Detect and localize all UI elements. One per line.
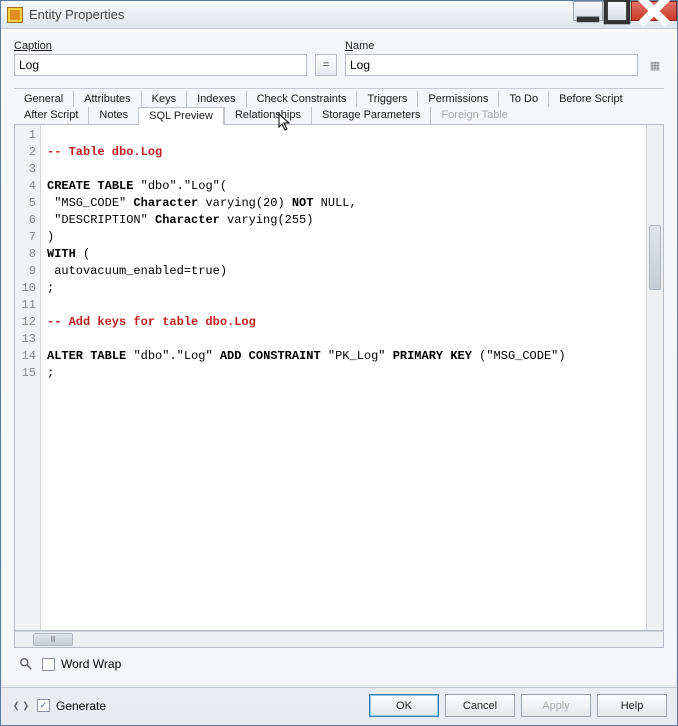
tab-attributes[interactable]: Attributes xyxy=(73,91,140,107)
apply-button[interactable]: Apply xyxy=(521,694,591,717)
window-title: Entity Properties xyxy=(29,7,574,22)
tab-relationships[interactable]: Relationships xyxy=(224,107,311,125)
sql-code-area[interactable]: -- Table dbo.Log CREATE TABLE "dbo"."Log… xyxy=(41,125,646,630)
tab-keys[interactable]: Keys xyxy=(141,91,186,107)
tab-check-constraints[interactable]: Check Constraints xyxy=(246,91,357,107)
dialog-button-bar: ✓ Generate OK Cancel Apply Help xyxy=(1,687,677,725)
tab-after-script[interactable]: After Script xyxy=(14,107,88,125)
name-more-button[interactable]: ▦ xyxy=(646,54,664,76)
maximize-button[interactable] xyxy=(602,1,632,21)
tab-storage-parameters[interactable]: Storage Parameters xyxy=(311,107,430,125)
tab-general[interactable]: General xyxy=(14,91,73,107)
sql-editor: 123456789101112131415 -- Table dbo.Log C… xyxy=(14,124,664,631)
horizontal-scrollbar[interactable]: Ⅲ xyxy=(14,631,664,648)
tabs-area: GeneralAttributesKeysIndexesCheck Constr… xyxy=(14,88,664,125)
tab-notes[interactable]: Notes xyxy=(88,107,138,125)
app-icon xyxy=(7,7,23,23)
caption-label: Caption xyxy=(14,40,307,52)
tab-foreign-table[interactable]: Foreign Table xyxy=(430,107,517,125)
tab-triggers[interactable]: Triggers xyxy=(356,91,417,107)
caption-input[interactable] xyxy=(14,54,307,76)
wordwrap-label: Word Wrap xyxy=(61,657,121,671)
search-icon[interactable] xyxy=(16,654,36,674)
generate-label: Generate xyxy=(56,699,106,713)
dialog-content: Caption = Name ▦ GeneralAttributesKeysIn… xyxy=(3,31,675,685)
minimize-button[interactable] xyxy=(573,1,603,21)
line-gutter: 123456789101112131415 xyxy=(15,125,41,630)
name-label: Name xyxy=(345,40,638,52)
caption-equals-name-button[interactable]: = xyxy=(315,54,337,76)
titlebar[interactable]: Entity Properties xyxy=(1,1,677,29)
hscroll-thumb[interactable]: Ⅲ xyxy=(33,633,73,646)
name-input[interactable] xyxy=(345,54,638,76)
help-button[interactable]: Help xyxy=(597,694,667,717)
tab-sql-preview[interactable]: SQL Preview xyxy=(138,107,224,125)
ok-button[interactable]: OK xyxy=(369,694,439,717)
window-frame: Entity Properties Caption = Name ▦ xyxy=(0,0,678,726)
tab-indexes[interactable]: Indexes xyxy=(186,91,246,107)
tab-before-script[interactable]: Before Script xyxy=(548,91,633,107)
cancel-button[interactable]: Cancel xyxy=(445,694,515,717)
tab-permissions[interactable]: Permissions xyxy=(417,91,498,107)
close-button[interactable] xyxy=(631,1,677,21)
generate-checkbox[interactable]: ✓ xyxy=(37,699,50,712)
vertical-scrollbar[interactable] xyxy=(646,125,663,630)
tab-to-do[interactable]: To Do xyxy=(498,91,548,107)
script-icon[interactable] xyxy=(11,696,31,716)
wordwrap-checkbox[interactable] xyxy=(42,658,55,671)
